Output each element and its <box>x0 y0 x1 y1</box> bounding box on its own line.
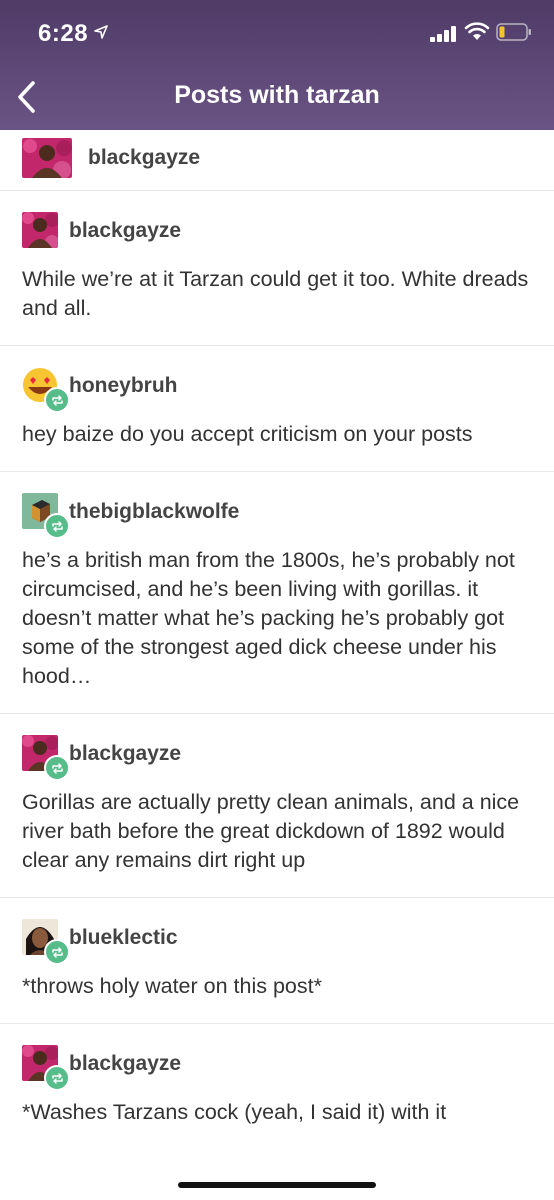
post[interactable]: honeybruh hey baize do you accept critic… <box>0 346 554 472</box>
author-row: thebigblackwolfe <box>22 492 530 539</box>
author-row: blackgayze <box>22 211 530 251</box>
author-row: blueklectic <box>22 918 530 965</box>
reblog-icon <box>44 939 70 965</box>
author-row: blackgayze <box>22 1044 530 1091</box>
username[interactable]: blackgayze <box>88 146 200 170</box>
post[interactable]: blackgayze <box>0 130 554 191</box>
username[interactable]: blackgayze <box>69 1052 181 1076</box>
reblog-icon <box>44 513 70 539</box>
wifi-icon <box>464 22 490 40</box>
avatar[interactable] <box>22 212 58 248</box>
post-text: *Washes Tarzans cock (yeah, I said it) w… <box>22 1100 447 1124</box>
post[interactable]: blackgayze While we’re at it Tarzan coul… <box>0 191 554 346</box>
post-text: *throws holy water on this post* <box>22 974 322 998</box>
author-row: blackgayze <box>22 138 530 178</box>
post-text: he’s a british man from the 1800s, he’s … <box>22 548 515 688</box>
header: 6:28 Posts with tarzan <box>0 0 554 130</box>
battery-icon <box>496 23 531 41</box>
post-text: hey baize do you accept criticism on you… <box>22 422 473 446</box>
username[interactable]: honeybruh <box>69 374 178 398</box>
username[interactable]: blackgayze <box>69 219 181 243</box>
post-text: While we’re at it Tarzan could get it to… <box>22 267 529 320</box>
post-text: Gorillas are actually pretty clean anima… <box>22 790 520 872</box>
post[interactable]: thebigblackwolfe he’s a british man from… <box>0 472 554 714</box>
status-time: 6:28 <box>38 20 89 47</box>
reblog-icon <box>44 755 70 781</box>
location-arrow-icon <box>94 25 108 39</box>
reblog-icon <box>44 387 70 413</box>
username[interactable]: thebigblackwolfe <box>69 500 239 524</box>
author-row: honeybruh <box>22 366 530 413</box>
username[interactable]: blueklectic <box>69 926 178 950</box>
reblog-icon <box>44 1065 70 1091</box>
post-feed[interactable]: blackgayze blackgayze While we’re at it … <box>0 130 554 1200</box>
author-row: blackgayze <box>22 734 530 781</box>
cellular-signal-icon <box>430 26 456 42</box>
page-title: Posts with tarzan <box>174 81 380 109</box>
avatar[interactable] <box>22 138 72 178</box>
status-bar: 6:28 <box>0 0 554 66</box>
post[interactable]: blueklectic *throws holy water on this p… <box>0 898 554 1024</box>
post[interactable]: blackgayze Gorillas are actually pretty … <box>0 714 554 898</box>
username[interactable]: blackgayze <box>69 742 181 766</box>
home-indicator[interactable] <box>178 1182 376 1188</box>
navigation-bar: Posts with tarzan <box>0 66 554 130</box>
post[interactable]: blackgayze *Washes Tarzans cock (yeah, I… <box>0 1024 554 1149</box>
